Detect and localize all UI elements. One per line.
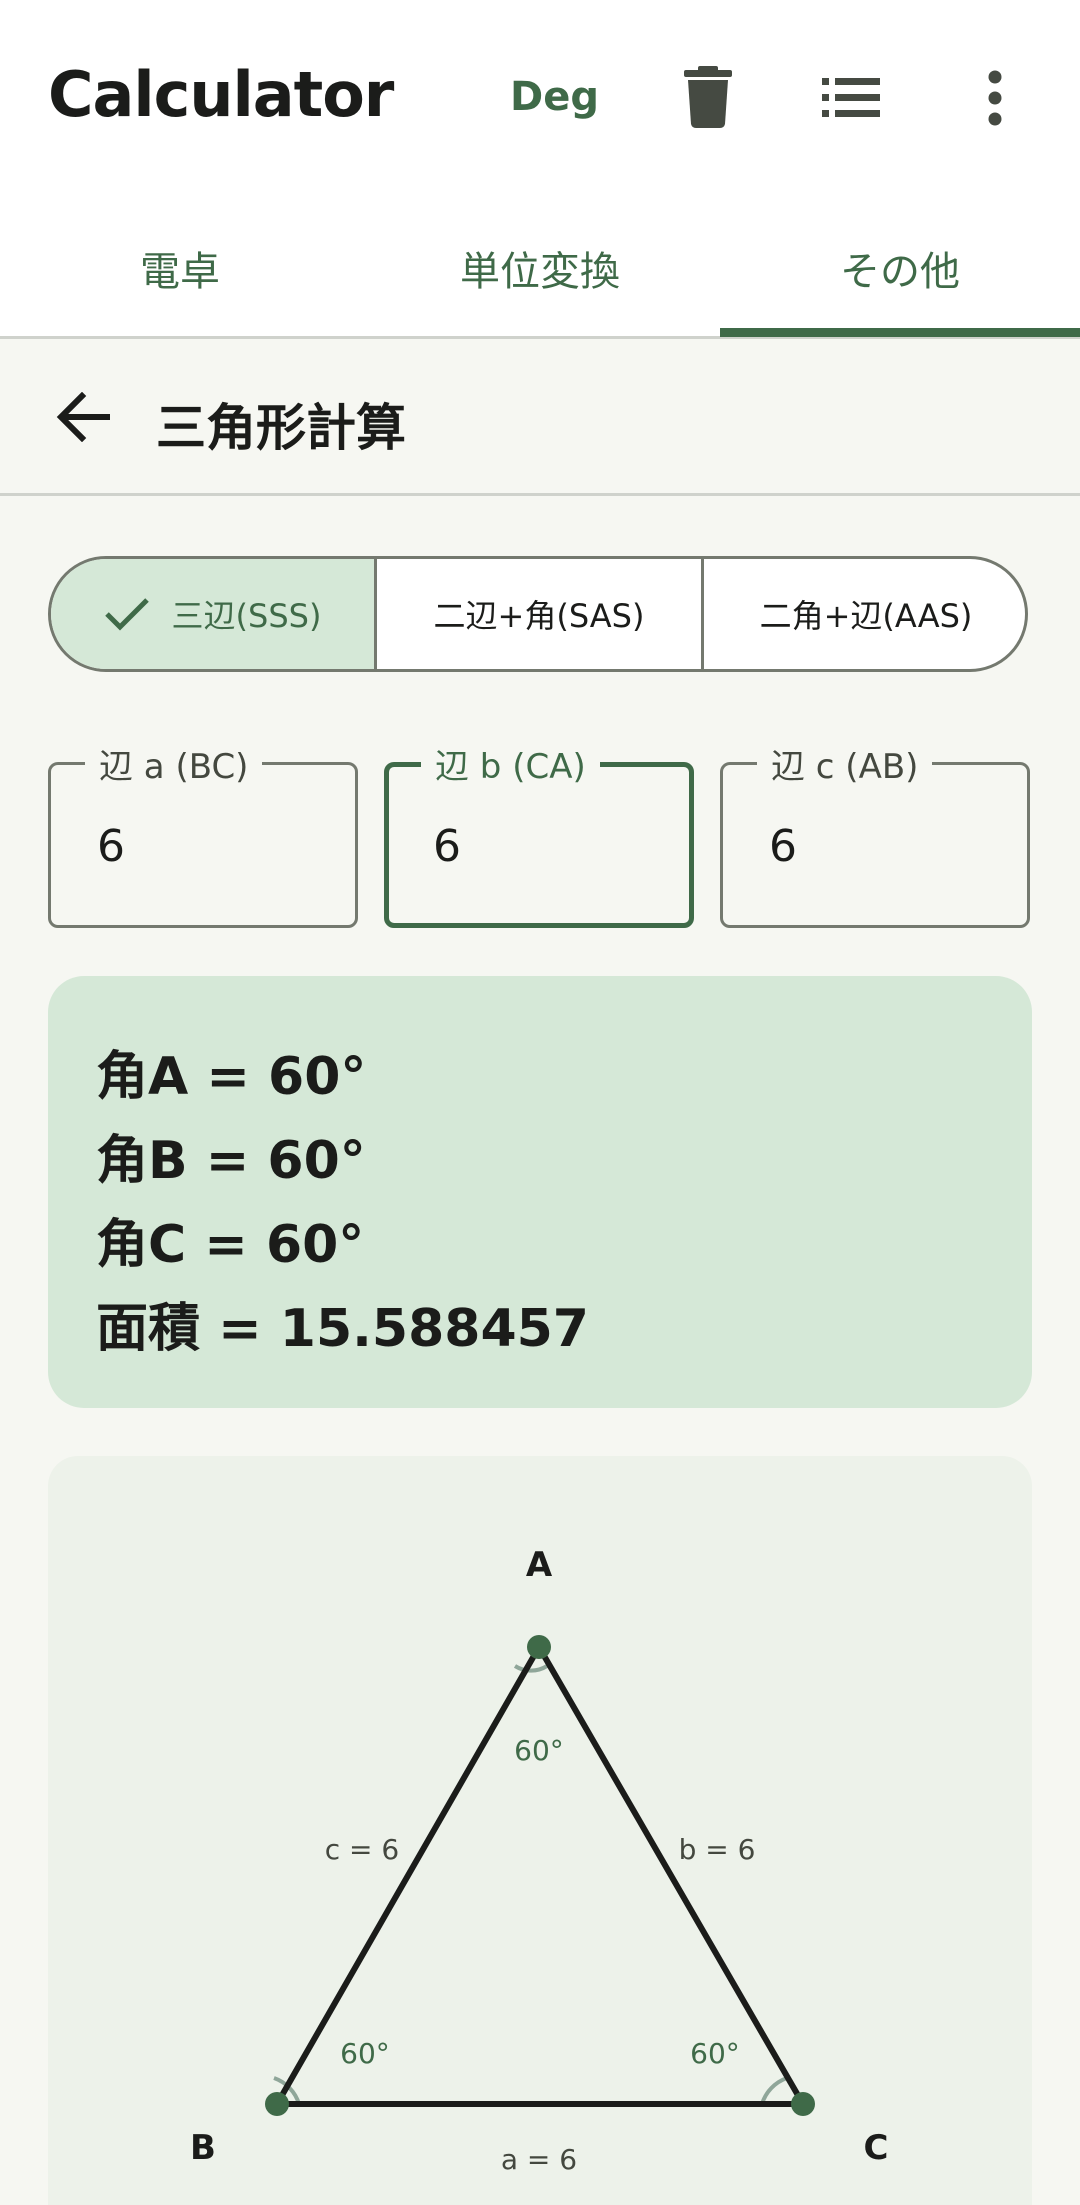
side-a-text: a = 6 [501,2143,577,2176]
mode-selector: 三辺(SSS) 二辺+角(SAS) 二角+辺(AAS) [48,556,1028,672]
back-arrow-icon[interactable] [56,392,112,442]
side-c-text: c = 6 [325,1833,399,1866]
side-a-label: 辺 a (BC) [85,739,263,788]
side-b-input[interactable]: 6 [433,821,461,872]
mode-sas-label: 二辺+角(SAS) [433,597,645,635]
vertex-a-label: A [526,1545,553,1585]
side-c-field[interactable]: 辺 c (AB) 6 [720,739,1030,928]
tab-unit-conversion[interactable]: 単位変換 [360,200,720,336]
check-icon [104,598,149,631]
vertex-c-dot [791,2092,815,2116]
side-b-field[interactable]: 辺 b (CA) 6 [384,739,694,928]
triangle-diagram: A B C 60° 60° 60° c = 6 b = 6 a = 6 [48,1456,1032,2205]
app-title: Calculator [48,58,394,131]
mode-sas-button[interactable]: 二辺+角(SAS) [377,559,704,669]
vertex-b-label: B [190,2128,216,2168]
result-angle-c: 角C = 60° [96,1215,365,1275]
triangle-svg: A B C 60° 60° 60° c = 6 b = 6 a = 6 [190,1545,889,2176]
side-a-input[interactable]: 6 [97,821,125,872]
more-vert-icon[interactable] [980,70,1010,126]
history-list-icon[interactable] [822,78,880,118]
angle-b-label: 60° [340,2037,390,2070]
vertex-c-label: C [864,2128,889,2168]
vertex-b-dot [265,2092,289,2116]
tab-calculator[interactable]: 電卓 [0,200,360,336]
side-c-label: 辺 c (AB) [757,739,933,788]
mode-sss-label: 三辺(SSS) [171,597,322,635]
tab-other[interactable]: その他 [720,200,1080,336]
mode-aas-label: 二角+辺(AAS) [759,597,973,635]
vertex-a-dot [527,1635,551,1659]
side-c-line [274,1645,542,2106]
mode-aas-button[interactable]: 二角+辺(AAS) [704,559,1025,669]
side-b-line [536,1645,806,2106]
side-b-label: 辺 b (CA) [421,739,600,788]
angle-arc-c [760,2076,788,2105]
result-card: 角A = 60° 角B = 60° 角C = 60° 面積 = 15.58845… [48,976,1032,1408]
page-title: 三角形計算 [156,399,406,457]
tab-indicator [720,328,1080,337]
delete-icon[interactable] [684,66,732,128]
side-a-field[interactable]: 辺 a (BC) 6 [48,739,358,928]
mode-sss-button[interactable]: 三辺(SSS) [51,559,377,669]
side-c-input[interactable]: 6 [769,821,797,872]
angle-c-label: 60° [690,2037,740,2070]
result-area: 面積 = 15.588457 [96,1299,589,1359]
result-angle-a: 角A = 60° [96,1047,367,1107]
result-angle-b: 角B = 60° [96,1131,366,1191]
main-tabs: 電卓 単位変換 その他 [0,200,1080,339]
side-b-text: b = 6 [679,1833,756,1866]
app-bar: Calculator Deg [0,0,1080,200]
angle-mode-toggle[interactable]: Deg [510,74,599,120]
angle-a-label: 60° [514,1734,564,1767]
